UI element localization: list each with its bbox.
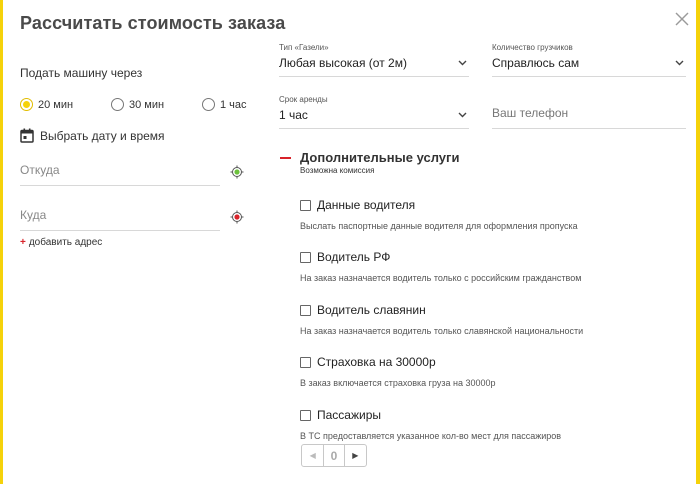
passengers-stepper: ◀ 0 ▶ xyxy=(301,444,367,467)
passengers-count: 0 xyxy=(323,445,345,466)
service-description: Выслать паспортные данные водителя для о… xyxy=(300,221,578,231)
service-insurance: Страховка на 30000р В заказ включается с… xyxy=(300,355,496,388)
add-address-link[interactable]: + добавить адрес xyxy=(20,237,102,248)
from-address-field[interactable] xyxy=(20,163,220,186)
service-description: На заказ назначается водитель только сла… xyxy=(300,326,584,336)
checkbox[interactable] xyxy=(300,356,311,368)
rent-duration-select[interactable]: Срок аренды 1 час xyxy=(279,95,469,129)
to-address-input[interactable] xyxy=(20,208,220,222)
to-address-field[interactable] xyxy=(20,208,220,231)
choose-date-label: Выбрать дату и время xyxy=(40,128,165,143)
close-button[interactable] xyxy=(673,10,691,28)
checkbox[interactable] xyxy=(300,409,311,421)
pickup-option-label: 30 мин xyxy=(129,98,165,111)
to-geolocation-button[interactable] xyxy=(230,210,244,224)
pickup-option-20min[interactable]: 20 мин xyxy=(20,98,73,111)
gazelle-type-select[interactable]: Тип «Газели» Любая высокая (от 2м) xyxy=(279,43,469,77)
calendar-icon xyxy=(20,128,34,143)
service-checkbox-row[interactable]: Страховка на 30000р xyxy=(300,355,496,369)
from-geolocation-button[interactable] xyxy=(230,165,244,179)
radio[interactable] xyxy=(202,98,215,111)
extras-title: Дополнительные услуги xyxy=(300,150,460,165)
movers-count-select[interactable]: Количество грузчиков Справлюсь сам xyxy=(492,43,686,77)
collapse-minus-icon xyxy=(280,156,291,159)
close-icon xyxy=(675,12,689,26)
pickup-option-label: 20 мин xyxy=(38,98,74,111)
checkbox[interactable] xyxy=(300,304,311,316)
service-description: На заказ назначается водитель только с р… xyxy=(300,273,582,283)
service-label: Водитель славянин xyxy=(317,303,426,317)
location-target-icon xyxy=(230,210,244,224)
rent-duration-value: 1 час xyxy=(279,108,308,122)
service-label: Данные водителя xyxy=(317,198,416,212)
service-driver-data: Данные водителя Выслать паспортные данны… xyxy=(300,198,578,231)
phone-field[interactable] xyxy=(492,104,686,129)
rent-duration-caption: Срок аренды xyxy=(279,95,328,104)
chevron-down-icon xyxy=(675,60,684,66)
movers-count-value: Справлюсь сам xyxy=(492,56,580,70)
extras-commission-note: Возможна комиссия xyxy=(300,166,375,175)
decrement-button[interactable]: ◀ xyxy=(302,445,323,466)
checkbox[interactable] xyxy=(300,199,311,211)
phone-input[interactable] xyxy=(492,106,686,120)
service-checkbox-row[interactable]: Водитель РФ xyxy=(300,250,581,264)
pickup-option-1hour[interactable]: 1 час xyxy=(202,98,247,111)
plus-icon: + xyxy=(20,237,26,248)
chevron-down-icon xyxy=(458,112,467,118)
service-driver-slavic: Водитель славянин На заказ назначается в… xyxy=(300,303,583,336)
service-label: Водитель РФ xyxy=(317,250,391,264)
order-calculator-modal: Рассчитать стоимость заказа Подать машин… xyxy=(3,0,696,484)
radio-selected[interactable] xyxy=(20,98,33,111)
service-checkbox-row[interactable]: Водитель славянин xyxy=(300,303,583,317)
add-address-label: добавить адрес xyxy=(28,237,103,248)
from-address-input[interactable] xyxy=(20,163,220,177)
increment-button[interactable]: ▶ xyxy=(345,445,366,466)
service-checkbox-row[interactable]: Данные водителя xyxy=(300,198,578,212)
service-checkbox-row[interactable]: Пассажиры xyxy=(300,408,561,422)
radio[interactable] xyxy=(111,98,124,111)
movers-count-caption: Количество грузчиков xyxy=(492,43,573,52)
choose-date-link[interactable]: Выбрать дату и время xyxy=(20,128,165,143)
modal-title: Рассчитать стоимость заказа xyxy=(20,13,286,33)
checkbox[interactable] xyxy=(300,251,311,263)
extras-toggle[interactable]: Дополнительные услуги xyxy=(280,150,459,165)
pickup-option-30min[interactable]: 30 мин xyxy=(111,98,164,111)
pickup-option-label: 1 час xyxy=(220,98,247,111)
gazelle-type-caption: Тип «Газели» xyxy=(279,43,329,52)
chevron-down-icon xyxy=(458,60,467,66)
service-label: Страховка на 30000р xyxy=(317,355,436,369)
service-driver-rf: Водитель РФ На заказ назначается водител… xyxy=(300,250,581,283)
service-label: Пассажиры xyxy=(317,408,382,422)
location-target-icon xyxy=(230,165,244,179)
gazelle-type-value: Любая высокая (от 2м) xyxy=(279,56,407,70)
pickup-time-label: Подать машину через xyxy=(20,66,143,80)
service-passengers: Пассажиры В ТС предоставляется указанное… xyxy=(300,408,561,441)
service-description: В заказ включается страховка груза на 30… xyxy=(300,378,496,388)
service-description: В ТС предоставляется указанное кол-во ме… xyxy=(300,431,562,441)
